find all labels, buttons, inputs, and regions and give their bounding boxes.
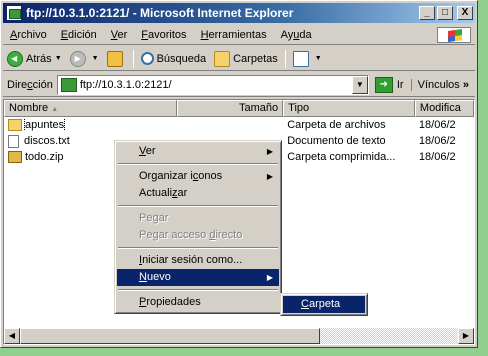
chevron-down-icon: ▼ [91, 55, 99, 62]
forward-arrow-icon [69, 50, 86, 67]
menu-label: avoritos [148, 28, 187, 41]
menu-item-actualizar[interactable]: Actualizar [117, 185, 279, 202]
windows-logo-icon [437, 27, 471, 43]
maximize-button[interactable]: □ [437, 6, 453, 20]
close-button[interactable]: X [457, 6, 473, 20]
menu-label: erramientas [208, 28, 267, 41]
submenu-arrow-icon: ▶ [266, 172, 273, 181]
file-name: todo.zip [25, 151, 64, 163]
menu-ver[interactable]: Ver [104, 29, 135, 41]
go-label: Ir [396, 78, 404, 91]
window-title: ftp://10.3.1.0:2121/ - Microsoft Interne… [26, 6, 294, 20]
file-modified: 18/06/2 [418, 119, 456, 131]
search-label: Búsqueda [156, 52, 207, 65]
address-label: Dirección [7, 78, 53, 91]
menu-item-nuevo[interactable]: Nuevo ▶ [117, 269, 279, 286]
address-dropdown-button[interactable]: ▼ [351, 75, 368, 94]
menu-favoritos[interactable]: Favoritos [134, 29, 193, 41]
back-arrow-icon [7, 50, 23, 67]
scroll-left-button[interactable]: ◀ [4, 328, 20, 344]
column-headers: Nombre ▲ Tamaño Tipo Modifica [4, 100, 474, 117]
views-icon [292, 50, 309, 67]
file-name-cell: apuntes [4, 119, 177, 131]
menu-edicion[interactable]: Edición [54, 29, 104, 41]
horizontal-scrollbar[interactable]: ◀ ▶ [4, 328, 474, 344]
menu-item-iniciar-sesion[interactable]: Iniciar sesión como... [117, 252, 279, 269]
column-header-type[interactable]: Tipo [283, 100, 415, 117]
menu-bar: Archivo Edición Ver Favoritos Herramient… [3, 25, 475, 45]
address-url[interactable]: ftp://10.3.1.0:2121/ [80, 79, 352, 91]
forward-button[interactable]: ▼ [66, 50, 103, 67]
file-modified: 18/06/2 [418, 135, 456, 147]
folder-up-icon [106, 50, 123, 67]
column-header-name[interactable]: Nombre ▲ [4, 100, 177, 117]
file-type: Carpeta comprimida... [287, 151, 396, 163]
zip-file-icon [8, 151, 22, 163]
folder-icon [8, 119, 22, 131]
submenu-arrow-icon: ▶ [266, 273, 273, 282]
file-name: apuntes [23, 119, 66, 131]
menu-item-ver[interactable]: Ver ▶ [117, 143, 279, 160]
column-header-size[interactable]: Tamaño [176, 100, 284, 117]
column-header-modified[interactable]: Modifica [414, 100, 474, 117]
menu-label: da [299, 28, 312, 41]
back-button[interactable]: Atrás ▼ [3, 50, 66, 67]
views-button[interactable]: ▼ [289, 50, 326, 67]
folders-icon [214, 50, 231, 67]
menu-item-propiedades[interactable]: Propiedades [117, 294, 279, 311]
file-type: Documento de texto [287, 135, 386, 147]
browser-window: ftp://10.3.1.0:2121/ - Microsoft Interne… [0, 0, 478, 348]
search-icon [140, 52, 154, 65]
menu-archivo[interactable]: Archivo [3, 29, 54, 41]
ftp-folder-icon [6, 5, 22, 21]
go-button[interactable]: ➜ Ir [369, 76, 410, 93]
file-row[interactable]: apuntes Carpeta de archivos 18/06/2 [4, 117, 474, 133]
search-button[interactable]: Búsqueda [137, 52, 211, 65]
menu-item-carpeta[interactable]: Carpeta [283, 296, 365, 313]
menu-accel: E [60, 28, 69, 41]
menu-separator [118, 247, 278, 249]
toolbar-separator [284, 49, 286, 68]
ftp-folder-icon [60, 77, 77, 92]
sort-ascending-icon: ▲ [51, 106, 59, 113]
folders-button[interactable]: Carpetas [210, 50, 282, 67]
menu-ayuda[interactable]: Ayuda [274, 29, 319, 41]
menu-label: rchivo [17, 28, 47, 41]
chevron-down-icon: ▼ [54, 55, 62, 62]
links-button[interactable]: Vínculos » [410, 78, 475, 91]
toolbar-separator [132, 49, 134, 68]
chevron-down-icon: ▼ [314, 55, 322, 62]
text-file-icon [8, 134, 19, 148]
menu-label: er [117, 28, 128, 41]
menu-accel: V [110, 28, 118, 41]
menu-label: Ay [280, 28, 294, 41]
menu-label: dición [68, 28, 97, 41]
scroll-right-button[interactable]: ▶ [458, 328, 474, 344]
menu-item-organizar-iconos[interactable]: Organizar iconos ▶ [117, 168, 279, 185]
menu-separator [118, 289, 278, 291]
menu-item-pegar-acceso-directo: Pegar acceso directo [139, 229, 243, 241]
minimize-button[interactable]: _ [419, 6, 435, 20]
nuevo-submenu: Carpeta [280, 293, 368, 316]
address-bar: Dirección ftp://10.3.1.0:2121/ ▼ ➜ Ir Ví… [3, 73, 475, 97]
title-bar[interactable]: ftp://10.3.1.0:2121/ - Microsoft Interne… [3, 3, 475, 23]
address-input[interactable]: ftp://10.3.1.0:2121/ ▼ [56, 74, 369, 95]
go-arrow-icon: ➜ [374, 76, 393, 93]
menu-item-pegar: Pegar [139, 212, 169, 224]
file-name: discos.txt [24, 135, 70, 147]
back-label: Atrás [26, 52, 52, 65]
scroll-thumb[interactable] [20, 328, 320, 344]
menu-separator [118, 163, 278, 165]
submenu-arrow-icon: ▶ [266, 147, 273, 156]
file-type: Carpeta de archivos [287, 119, 386, 131]
menu-separator [118, 205, 278, 207]
standard-toolbar: Atrás ▼ ▼ Búsqueda Carpetas ▼ [3, 47, 475, 71]
file-modified: 18/06/2 [418, 151, 456, 163]
context-menu: Ver ▶ Organizar iconos ▶ Actualizar Pegar … [114, 140, 282, 314]
folders-label: Carpetas [233, 52, 278, 65]
menu-accel: H [200, 28, 209, 41]
up-button[interactable] [103, 50, 130, 67]
menu-herramientas[interactable]: Herramientas [194, 29, 274, 41]
